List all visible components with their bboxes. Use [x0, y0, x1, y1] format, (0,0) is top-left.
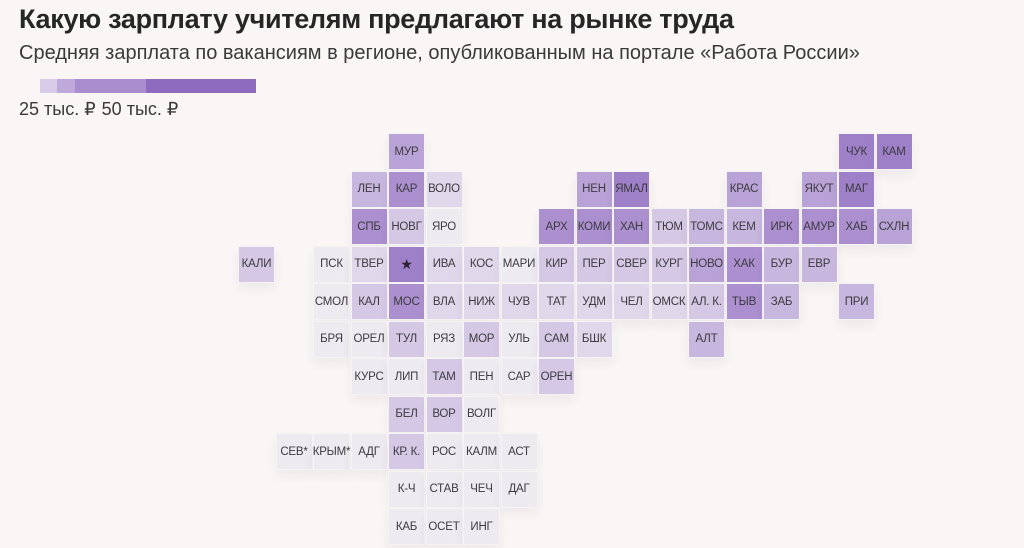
- region-tile[interactable]: МОР: [463, 320, 500, 358]
- region-tile[interactable]: КАМ: [875, 133, 913, 170]
- region-tile[interactable]: ЛЕН: [350, 170, 388, 208]
- region-tile[interactable]: ТУЛ: [388, 320, 425, 358]
- region-tile[interactable]: УЛЬ: [500, 320, 538, 358]
- region-tile[interactable]: ЧУК: [838, 133, 875, 170]
- region-tile[interactable]: ИРК: [763, 208, 800, 245]
- region-tile[interactable]: АДГ: [350, 433, 388, 470]
- region-tile[interactable]: КИР: [538, 245, 575, 283]
- region-tile[interactable]: САМ: [538, 320, 575, 358]
- region-tile[interactable]: ТАТ: [538, 283, 575, 320]
- region-tile[interactable]: ЯРО: [425, 208, 463, 245]
- region-tile[interactable]: КЕМ: [725, 208, 763, 245]
- region-tile[interactable]: МУР: [388, 133, 425, 170]
- region-tile[interactable]: КРАС: [725, 170, 763, 208]
- region-tile[interactable]: КАЛ: [350, 283, 388, 320]
- region-tile[interactable]: ПЕН: [463, 358, 500, 395]
- region-tile[interactable]: НОВО: [688, 245, 725, 283]
- region-tile-moscow-city[interactable]: ★: [388, 245, 425, 283]
- region-tile[interactable]: АСТ: [500, 433, 538, 470]
- region-tile[interactable]: МАГ: [838, 170, 875, 208]
- region-tile[interactable]: АЛТ: [688, 320, 725, 358]
- region-tile[interactable]: ЛИП: [388, 358, 425, 395]
- region-tile[interactable]: ОМСК: [650, 283, 688, 320]
- region-tile[interactable]: КАБ: [388, 508, 425, 545]
- region-tile[interactable]: ДАГ: [500, 470, 538, 508]
- region-tile[interactable]: ЧЕЧ: [463, 470, 500, 508]
- region-tile[interactable]: ИНГ: [463, 508, 500, 545]
- region-tile[interactable]: ТЮМ: [650, 208, 688, 245]
- region-tile[interactable]: БУР: [763, 245, 800, 283]
- region-tile[interactable]: ЯМАЛ: [613, 170, 650, 208]
- region-tile[interactable]: НОВГ: [388, 208, 425, 245]
- tile-map: МУР ЧУК КАМ ЛЕН КАР ВОЛО НЕН ЯМАЛ КРАС ЯКУТ МАГ СПБ…: [0, 0, 1024, 548]
- region-tile[interactable]: ТЫВ: [725, 283, 763, 320]
- region-tile[interactable]: ТВЕР: [350, 245, 388, 283]
- region-tile[interactable]: ВОЛО: [425, 170, 463, 208]
- region-tile[interactable]: ХАН: [613, 208, 650, 245]
- region-tile[interactable]: КАЛМ: [463, 433, 500, 470]
- region-tile[interactable]: ОСЕТ: [425, 508, 463, 545]
- region-tile[interactable]: БРЯ: [313, 320, 350, 358]
- region-tile[interactable]: УДМ: [575, 283, 613, 320]
- region-tile[interactable]: КРЫМ*: [313, 433, 351, 470]
- region-tile[interactable]: К-Ч: [388, 470, 425, 508]
- region-tile[interactable]: ТОМС: [688, 208, 725, 245]
- region-tile[interactable]: ОРЕН: [538, 358, 575, 395]
- region-tile[interactable]: КАР: [388, 170, 425, 208]
- region-tile[interactable]: ХАК: [725, 245, 763, 283]
- region-tile[interactable]: КУРС: [350, 358, 388, 395]
- region-tile[interactable]: ХАБ: [838, 208, 875, 245]
- region-tile[interactable]: КУРГ: [650, 245, 688, 283]
- region-tile[interactable]: ИВА: [425, 245, 463, 283]
- region-tile[interactable]: НИЖ: [463, 283, 500, 320]
- region-tile[interactable]: КОС: [463, 245, 500, 283]
- region-tile[interactable]: МАРИ: [500, 245, 538, 283]
- region-tile[interactable]: КАЛИ: [238, 245, 275, 283]
- region-tile[interactable]: ПРИ: [838, 283, 875, 320]
- region-tile[interactable]: ЗАБ: [763, 283, 800, 320]
- region-tile[interactable]: ЧУВ: [500, 283, 538, 320]
- region-tile[interactable]: АРХ: [538, 208, 575, 245]
- region-tile[interactable]: СМОЛ: [313, 283, 350, 320]
- region-tile[interactable]: ВОЛГ: [463, 395, 500, 433]
- region-tile[interactable]: КР. К.: [388, 433, 425, 470]
- region-tile[interactable]: ОРЕЛ: [350, 320, 388, 358]
- region-tile[interactable]: АМУР: [800, 208, 838, 245]
- region-tile[interactable]: ПСК: [313, 245, 350, 283]
- region-tile[interactable]: ЯКУТ: [800, 170, 838, 208]
- region-tile[interactable]: РОС: [425, 433, 463, 470]
- region-tile[interactable]: ЧЕЛ: [613, 283, 650, 320]
- region-tile[interactable]: СПБ: [350, 208, 388, 245]
- region-tile[interactable]: ПЕР: [575, 245, 613, 283]
- region-tile[interactable]: ТАМ: [425, 358, 463, 395]
- region-tile[interactable]: НЕН: [575, 170, 613, 208]
- region-tile[interactable]: МОС: [388, 283, 425, 320]
- region-tile[interactable]: БЕЛ: [388, 395, 425, 433]
- region-tile[interactable]: КОМИ: [575, 208, 613, 245]
- region-tile[interactable]: ВЛА: [425, 283, 463, 320]
- region-tile[interactable]: СЕВ*: [275, 433, 313, 470]
- region-tile[interactable]: СВЕР: [613, 245, 650, 283]
- region-tile[interactable]: СТАВ: [425, 470, 463, 508]
- region-tile[interactable]: ВОР: [425, 395, 463, 433]
- region-tile[interactable]: БШК: [575, 320, 613, 358]
- region-tile[interactable]: РЯЗ: [425, 320, 463, 358]
- region-tile[interactable]: АЛ. К.: [688, 283, 725, 320]
- region-tile[interactable]: ЕВР: [800, 245, 838, 283]
- region-tile[interactable]: СХЛН: [875, 208, 913, 245]
- region-tile[interactable]: САР: [500, 358, 538, 395]
